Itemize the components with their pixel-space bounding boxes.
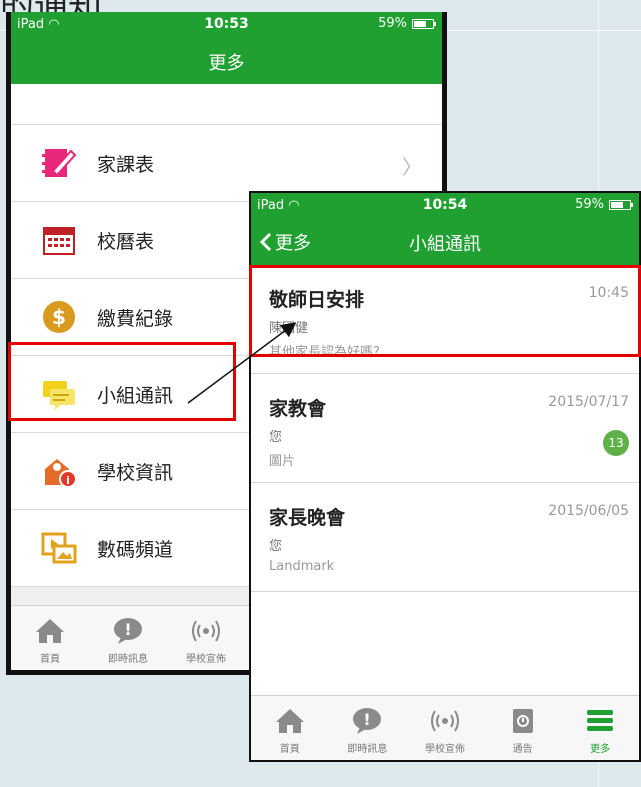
conversation-sender: 您 (269, 430, 283, 445)
svg-text:$: $ (52, 305, 66, 329)
tab-messages[interactable]: ! 即時訊息 (89, 606, 167, 670)
page-title: 更多 (208, 53, 245, 74)
svg-text:i: i (66, 474, 70, 487)
tab-announcements[interactable]: 學校宣佈 (406, 696, 484, 760)
status-bar: iPad ◠ 10:54 59% (251, 193, 639, 219)
menu-label-homework: 家課表 (97, 153, 155, 176)
home-icon (275, 709, 304, 733)
tab-label-notices: 通告 (512, 744, 533, 755)
tab-label-announcements: 學校宣佈 (186, 654, 226, 665)
highlight-box-conversation (249, 265, 641, 357)
digital-channel-icon (41, 532, 77, 564)
tab-label-messages: 即時訊息 (108, 654, 148, 665)
menu-label-payment: 繳費紀錄 (97, 307, 174, 330)
message-icon: ! (353, 708, 382, 734)
calendar-icon (43, 227, 75, 255)
svg-text:!: ! (124, 620, 131, 639)
battery-status: 59% (378, 16, 436, 31)
tab-label-announcements: 學校宣佈 (424, 744, 465, 755)
chevron-right-icon: 〉 (402, 155, 422, 179)
broadcast-icon (430, 710, 459, 732)
status-bar: iPad ◠ 10:53 59% (11, 12, 442, 38)
tab-announcements[interactable]: 學校宣佈 (167, 606, 245, 670)
page-title: 小組通訊 (409, 234, 481, 255)
menu-spacer (11, 84, 442, 125)
tab-notices[interactable]: 通告 (484, 696, 562, 760)
unread-badge: 13 (603, 430, 629, 456)
tab-label-home: 首頁 (40, 654, 60, 665)
battery-icon (412, 18, 436, 29)
tab-messages[interactable]: ! 即時訊息 (329, 696, 407, 760)
menu-label-digital-channel: 數碼頻道 (97, 538, 174, 561)
conversation-title: 家教會 (269, 398, 327, 420)
nav-bar: 更多 (11, 38, 442, 84)
homework-notebook-icon (42, 149, 77, 177)
conversation-title: 家長晚會 (269, 507, 346, 529)
home-icon (36, 619, 64, 643)
nav-bar: 更多 小組通訊 (251, 219, 639, 265)
tab-label-home: 首頁 (279, 744, 300, 755)
highlight-box-menu (8, 342, 236, 421)
school-info-icon: i (45, 459, 77, 488)
conversation-preview: 圖片 (269, 454, 296, 469)
conversation-item[interactable]: 家教會 2015/07/17 您 圖片 13 (251, 374, 639, 483)
tab-more[interactable]: 更多 (561, 696, 639, 760)
battery-status: 59% (575, 197, 633, 212)
tab-label-more: 更多 (590, 744, 611, 755)
broadcast-icon (192, 620, 220, 642)
more-icon (587, 710, 614, 731)
conversation-time: 2015/07/17 (548, 394, 629, 410)
conversation-item[interactable]: 家長晚會 2015/06/05 您 Landmark (251, 483, 639, 592)
menu-label-school-info: 學校資訊 (97, 461, 174, 484)
battery-icon (609, 199, 633, 210)
background-text-fragment: 的通知 (0, 0, 200, 12)
conversation-sender: 您 (269, 539, 283, 554)
tab-label-messages: 即時訊息 (347, 744, 388, 755)
right-tab-bar: 首頁 ! 即時訊息 學校宣佈 通告 更多 (251, 695, 639, 760)
tab-home[interactable]: 首頁 (11, 606, 89, 670)
dollar-coin-icon: $ (43, 301, 75, 333)
conversation-time: 2015/06/05 (548, 503, 629, 519)
tab-home[interactable]: 首頁 (251, 696, 329, 760)
notice-icon (512, 709, 533, 733)
message-icon: ! (114, 618, 142, 644)
svg-text:!: ! (364, 710, 371, 729)
conversation-preview: Landmark (269, 559, 335, 574)
menu-label-calendar: 校曆表 (97, 230, 155, 253)
